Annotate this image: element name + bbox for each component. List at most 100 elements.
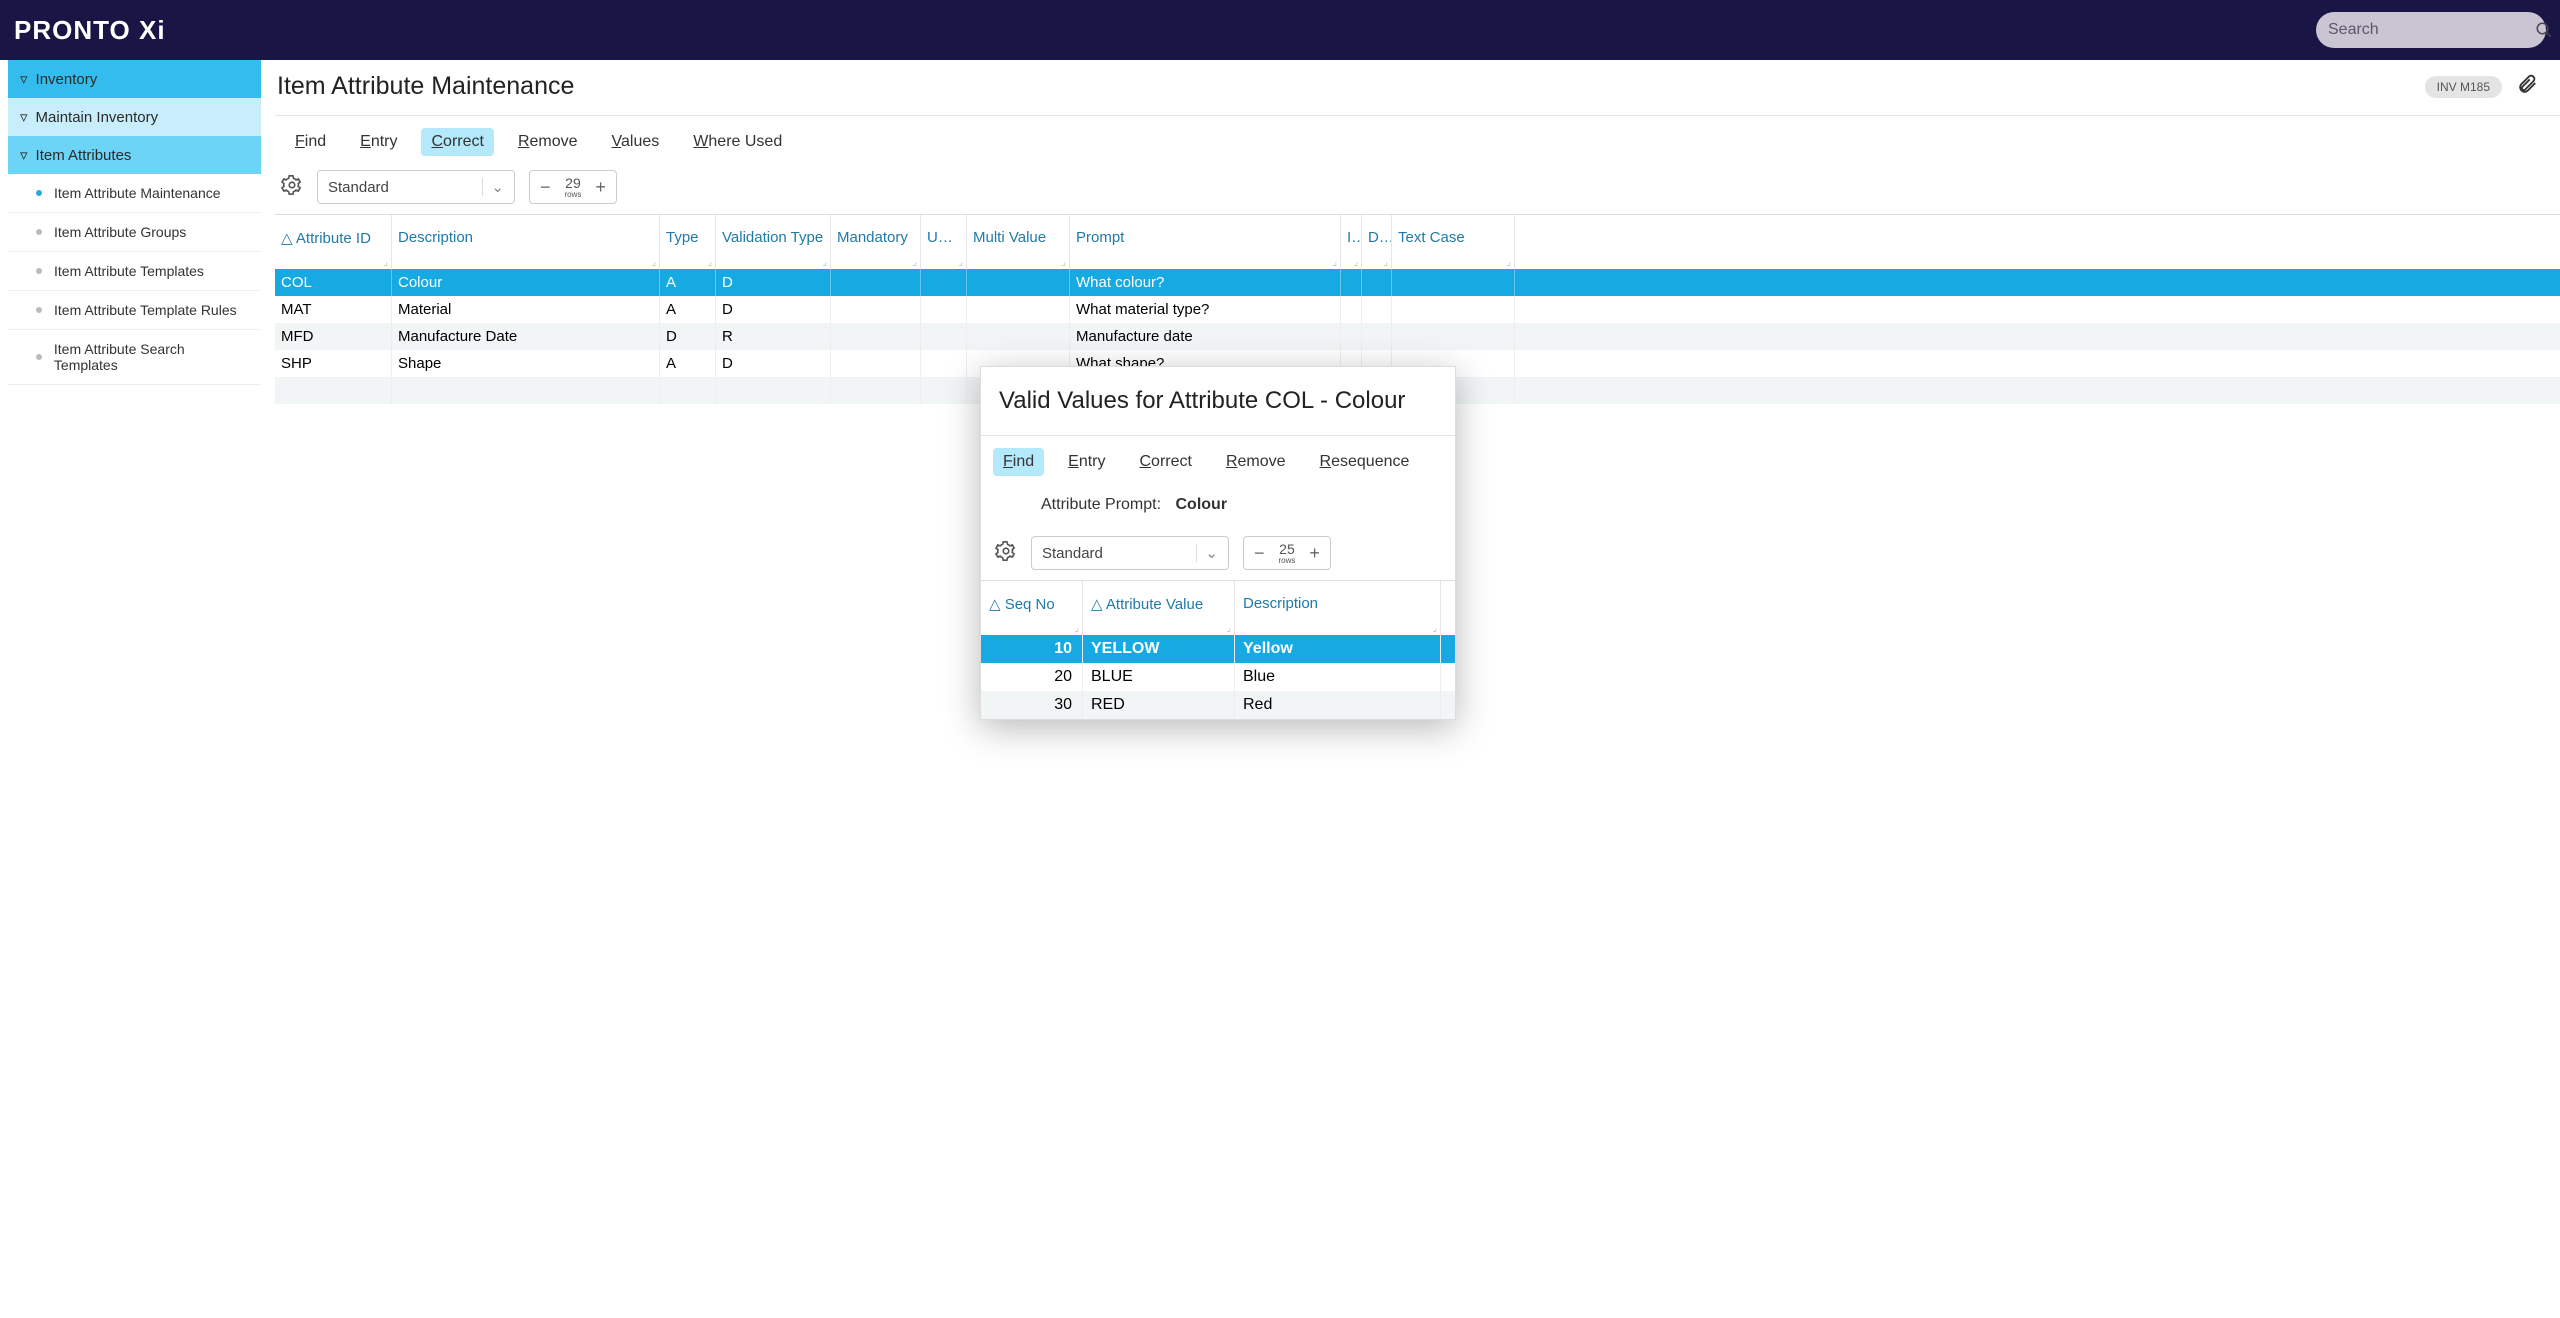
action-correct[interactable]: Correct	[421, 128, 493, 156]
sidebar-item-maintain-inventory[interactable]: ▿ Maintain Inventory	[8, 98, 261, 136]
column-header[interactable]: Text Case	[1392, 215, 1515, 269]
view-selector[interactable]: Standard ⌄	[317, 170, 515, 204]
page-header: Item Attribute Maintenance INV M185	[275, 60, 2560, 116]
rows-count: 25	[1279, 542, 1296, 556]
gear-icon[interactable]	[281, 174, 303, 201]
column-header[interactable]: Attribute ID	[275, 215, 392, 269]
action-entry[interactable]: Entry	[350, 128, 407, 156]
plus-button[interactable]: +	[595, 177, 606, 198]
cell-id: SHP	[275, 350, 392, 377]
sidebar-label: Maintain Inventory	[36, 109, 159, 126]
column-header[interactable]: Seq No	[981, 581, 1083, 635]
action-resequence[interactable]: Resequence	[1310, 448, 1420, 476]
cell-description: Yellow	[1235, 635, 1441, 663]
attachment-icon[interactable]	[2516, 73, 2538, 100]
column-header[interactable]: I…	[1341, 215, 1362, 269]
table-row[interactable]: COLColourADWhat colour?	[275, 269, 2560, 296]
sidebar-leaf[interactable]: Item Attribute Maintenance	[8, 174, 261, 213]
action-remove[interactable]: Remove	[508, 128, 588, 156]
cell-prompt: Manufacture date	[1070, 323, 1341, 350]
action-correct[interactable]: Correct	[1129, 448, 1201, 476]
column-header[interactable]: Description	[1235, 581, 1441, 635]
sidebar-item-item-attributes[interactable]: ▿ Item Attributes	[8, 136, 261, 174]
cell-description: Red	[1235, 691, 1441, 719]
cell-tc	[1392, 269, 1515, 296]
rows-control: − 29 rows +	[529, 170, 617, 204]
cell-value: RED	[1083, 691, 1235, 719]
cell-mand	[831, 269, 921, 296]
view-name: Standard	[1042, 545, 1103, 562]
cell-i	[1341, 296, 1362, 323]
cell-value: BLUE	[1083, 663, 1235, 691]
attribute-prompt-label: Attribute Prompt:	[1041, 496, 1161, 513]
grid-header: Seq NoAttribute ValueDescription	[981, 581, 1455, 635]
column-header[interactable]: Attribute Value	[1083, 581, 1235, 635]
cell-i	[1341, 323, 1362, 350]
sidebar-leaf[interactable]: Item Attribute Templates	[8, 252, 261, 291]
cell-multi	[967, 296, 1070, 323]
sidebar-leaf[interactable]: Item Attribute Template Rules	[8, 291, 261, 330]
sidebar-leaf[interactable]: Item Attribute Search Templates	[8, 330, 261, 385]
search-input[interactable]	[2328, 21, 2535, 39]
attribute-prompt-row: Attribute Prompt: Colour	[981, 490, 1455, 536]
action-where-used[interactable]: Where Used	[683, 128, 792, 156]
action-entry[interactable]: Entry	[1058, 448, 1115, 476]
table-row[interactable]: 30REDRed	[981, 691, 1455, 719]
action-find[interactable]: Find	[993, 448, 1044, 476]
action-remove[interactable]: Remove	[1216, 448, 1296, 476]
column-header[interactable]: UOM	[921, 215, 967, 269]
cell-seq: 30	[981, 691, 1083, 719]
cell-prompt: What material type?	[1070, 296, 1341, 323]
column-header[interactable]: Prompt	[1070, 215, 1341, 269]
cell-d	[1362, 323, 1392, 350]
cell-multi	[967, 323, 1070, 350]
minus-button[interactable]: −	[540, 177, 551, 198]
valid-values-dialog: Valid Values for Attribute COL - Colour …	[980, 366, 1456, 720]
table-row[interactable]: MFDManufacture DateDRManufacture date	[275, 323, 2560, 350]
rows-label: rows	[565, 190, 582, 199]
chevron-down-icon: ⌄	[491, 178, 504, 196]
column-header[interactable]: D…	[1362, 215, 1392, 269]
dialog-rows-control: − 25 rows +	[1243, 536, 1331, 570]
cell-value: YELLOW	[1083, 635, 1235, 663]
cell-val: D	[716, 350, 831, 377]
sidebar: ▿ Inventory ▿ Maintain Inventory ▿ Item …	[8, 60, 261, 385]
plus-button[interactable]: +	[1309, 543, 1320, 564]
search-icon	[2535, 21, 2553, 39]
cell-tc	[1392, 323, 1515, 350]
brand-logo: PRONTO Xi	[14, 15, 166, 46]
column-header[interactable]: Validation Type	[716, 215, 831, 269]
sidebar-item-inventory[interactable]: ▿ Inventory	[8, 60, 261, 98]
cell-val: R	[716, 323, 831, 350]
table-row[interactable]: 10YELLOWYellow	[981, 635, 1455, 663]
cell-val: D	[716, 296, 831, 323]
minus-button[interactable]: −	[1254, 543, 1265, 564]
column-header[interactable]: Multi Value	[967, 215, 1070, 269]
cell-seq: 20	[981, 663, 1083, 691]
dialog-toolbar: Standard ⌄ − 25 rows +	[981, 536, 1455, 580]
cell-type: A	[660, 269, 716, 296]
bullet-icon	[36, 307, 42, 313]
cell-uom	[921, 269, 967, 296]
screen-code-badge: INV M185	[2425, 76, 2502, 98]
column-header[interactable]: Mandatory	[831, 215, 921, 269]
cell-desc: Colour	[392, 269, 660, 296]
global-search[interactable]	[2316, 12, 2546, 48]
sidebar-leaf[interactable]: Item Attribute Groups	[8, 213, 261, 252]
dialog-action-bar: Find Entry Correct Remove Resequence	[981, 436, 1455, 490]
cell-prompt: What colour?	[1070, 269, 1341, 296]
table-row[interactable]: 20BLUEBlue	[981, 663, 1455, 691]
gear-icon[interactable]	[995, 540, 1017, 567]
cell-type: A	[660, 296, 716, 323]
column-header[interactable]: Description	[392, 215, 660, 269]
cell-mand	[831, 323, 921, 350]
cell-description: Blue	[1235, 663, 1441, 691]
sidebar-leaf-label: Item Attribute Maintenance	[54, 185, 221, 201]
action-find[interactable]: Find	[285, 128, 336, 156]
table-row[interactable]: MATMaterialADWhat material type?	[275, 296, 2560, 323]
cell-d	[1362, 296, 1392, 323]
action-values[interactable]: Values	[602, 128, 670, 156]
page-title: Item Attribute Maintenance	[277, 72, 574, 101]
dialog-view-selector[interactable]: Standard ⌄	[1031, 536, 1229, 570]
column-header[interactable]: Type	[660, 215, 716, 269]
